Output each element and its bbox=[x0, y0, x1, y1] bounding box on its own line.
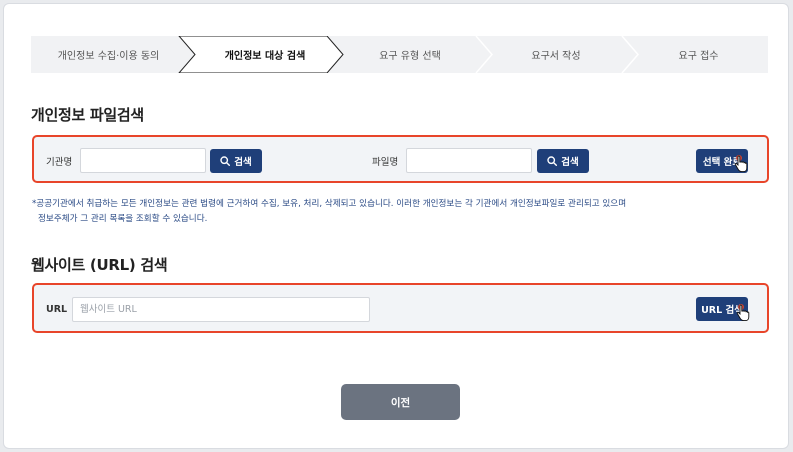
page-frame: 개인정보 수집·이용 동의 개인정보 대상 검색 요구 유형 선택 요구서 작성… bbox=[3, 3, 789, 449]
file-search-button[interactable]: 검색 bbox=[537, 149, 589, 173]
website-search-title: 웹사이트 (URL) 검색 bbox=[31, 256, 168, 274]
file-search-label: 검색 bbox=[561, 157, 579, 168]
file-search-title: 개인정보 파일검색 bbox=[31, 106, 144, 124]
notice-line-1: *공공기관에서 취급하는 모든 개인정보는 관련 법령에 근거하여 수집, 보유… bbox=[32, 199, 627, 209]
step-target-search: 개인정보 대상 검색 bbox=[224, 51, 306, 62]
hand-pointer-icon bbox=[734, 155, 748, 173]
notice-line-2: 정보주체가 그 관리 목록을 조회할 수 있습니다. bbox=[38, 214, 208, 224]
search-icon bbox=[220, 156, 231, 166]
org-name-input[interactable] bbox=[80, 148, 206, 173]
url-search-box: URL URL 검색 bbox=[32, 283, 769, 333]
url-label: URL bbox=[46, 304, 68, 315]
step-request-submit: 요구 접수 bbox=[678, 51, 719, 62]
step-progress: 개인정보 수집·이용 동의 개인정보 대상 검색 요구 유형 선택 요구서 작성… bbox=[31, 36, 768, 73]
file-name-input[interactable] bbox=[406, 148, 532, 173]
org-search-button[interactable]: 검색 bbox=[210, 149, 262, 173]
file-search-box: 기관명 검색 파일명 검색 선택 완료 bbox=[32, 135, 769, 183]
file-name-label: 파일명 bbox=[372, 157, 399, 168]
org-search-label: 검색 bbox=[234, 157, 252, 168]
search-icon bbox=[547, 156, 558, 166]
step-request-form: 요구서 작성 bbox=[531, 51, 581, 62]
step-consent: 개인정보 수집·이용 동의 bbox=[57, 51, 160, 62]
prev-button[interactable]: 이전 bbox=[341, 384, 460, 420]
step-request-type: 요구 유형 선택 bbox=[379, 51, 441, 62]
privacy-notice: *공공기관에서 취급하는 모든 개인정보는 관련 법령에 근거하여 수집, 보유… bbox=[32, 197, 752, 227]
hand-pointer-icon bbox=[736, 304, 750, 322]
url-input[interactable] bbox=[72, 297, 370, 322]
org-name-label: 기관명 bbox=[46, 157, 73, 168]
